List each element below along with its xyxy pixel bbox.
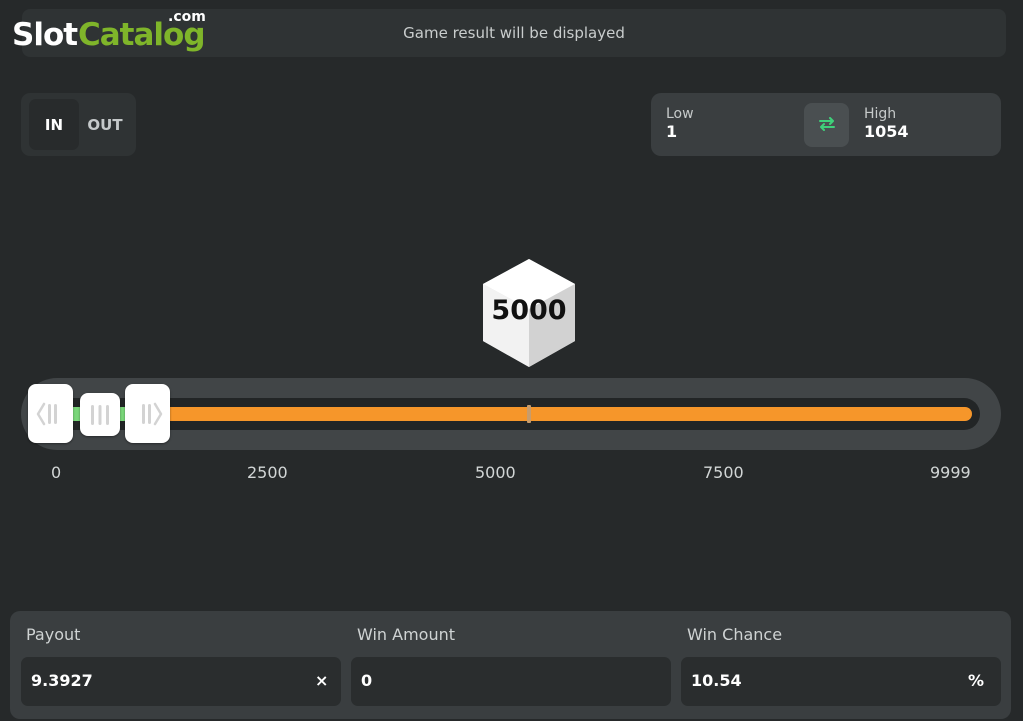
slider-low-handle[interactable] [28,384,73,443]
percent-icon: % [968,671,985,690]
slider-range-drag-handle[interactable] [80,393,120,436]
slider-out-range-fill [156,407,972,421]
slider-high-handle[interactable] [125,384,170,443]
grip-lines-icon [91,404,109,425]
logo-com-text: .com [168,9,206,25]
range-panel: Low 1 High 1054 [651,93,1001,156]
grip-right-arrow-icon [141,402,162,425]
swap-range-button[interactable] [804,103,849,147]
multiplier-icon: × [315,671,329,690]
win-chance-field[interactable]: 10.54 % [681,657,1001,706]
mode-out-button[interactable]: OUT [83,99,127,150]
payout-value: 9.3927 [31,671,93,690]
win-amount-field[interactable]: 0 [351,657,671,706]
slider-result-marker [527,405,531,423]
win-amount-value: 0 [361,671,373,690]
high-label: High [864,106,897,122]
logo-slot-text: Slot [12,17,78,53]
win-amount-label: Win Amount [357,625,456,644]
win-chance-label: Win Chance [687,625,783,644]
swap-arrows-icon [818,116,836,135]
grip-left-arrow-icon [36,402,57,425]
in-out-toggle: IN OUT [21,93,136,156]
game-result-message: Game result will be displayed [403,24,625,42]
low-value[interactable]: 1 [666,122,677,141]
slider-tick-label: 7500 [703,463,744,482]
mode-in-button[interactable]: IN [29,99,79,150]
dice-value: 5000 [491,295,567,326]
win-chance-value: 10.54 [691,671,742,690]
low-label: Low [666,106,694,122]
payout-label: Payout [26,625,81,644]
slider-tick-label: 5000 [475,463,516,482]
slider-tick-label: 9999 [930,463,971,482]
result-dice: 5000 [478,257,580,369]
payout-field[interactable]: 9.3927 × [21,657,341,706]
slider-tick-label: 0 [51,463,62,482]
high-value[interactable]: 1054 [864,122,909,141]
slider-tick-label: 2500 [247,463,288,482]
